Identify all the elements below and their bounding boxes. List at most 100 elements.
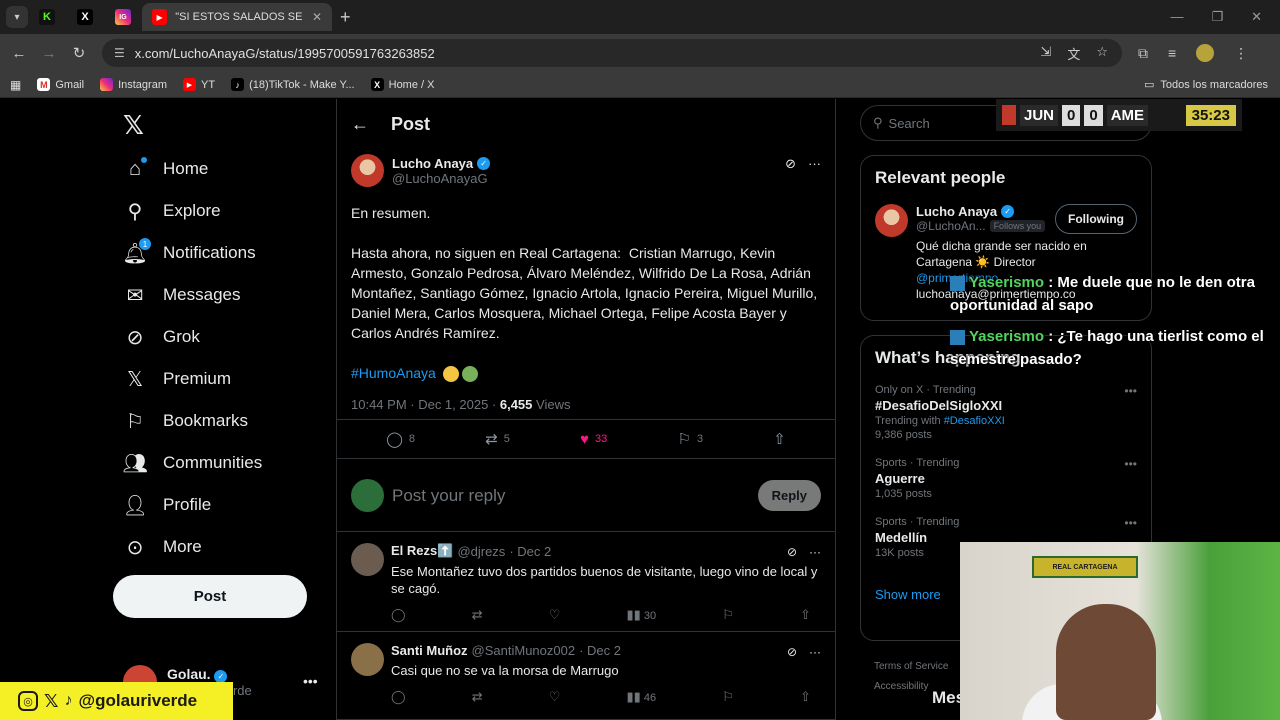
site-info-icon[interactable]: ☰ [114, 46, 125, 60]
forward-icon[interactable]: → [34, 45, 64, 62]
bookmark-gmail[interactable]: M Gmail [37, 78, 84, 91]
close-tab-icon[interactable]: ✕ [312, 10, 322, 24]
bookmark-star-icon[interactable]: ☆ [1096, 44, 1108, 63]
chat-message: Yaserismo : ¿Te hago una tierlist como e… [950, 328, 1264, 368]
chat-badge-icon [950, 329, 965, 345]
tab-x[interactable]: X [66, 3, 104, 31]
bookmark-icon[interactable]: ⚐ [722, 607, 734, 623]
tweet-author[interactable]: Lucho Anaya ✓ @LuchoAnayaG [351, 154, 823, 187]
grok-icon[interactable]: ⊘ [787, 545, 797, 559]
nav-notifications[interactable]: 🔔︎ 1 Notifications [122, 238, 256, 265]
bookmark-instagram[interactable]: Instagram [100, 78, 167, 91]
hashtag-link[interactable]: #HumoAnaya [351, 365, 436, 381]
bell-icon: 🔔︎ 1 [122, 238, 151, 265]
post-button[interactable]: Post [113, 575, 307, 618]
address-bar[interactable]: ☰ x.com/LuchoAnayaG/status/1995700591763… [102, 39, 1122, 67]
nav-explore[interactable]: ⚲ Explore [123, 199, 221, 223]
extensions-icon[interactable]: ⧉ [1138, 45, 1148, 62]
trend-more-icon[interactable]: ••• [1124, 384, 1137, 398]
grok-icon[interactable]: ⊘ [785, 156, 796, 172]
bookmark-button[interactable]: ⚐ 3 [677, 430, 703, 448]
grok-icon[interactable]: ⊘ [787, 645, 797, 659]
reply-submit-button[interactable]: Reply [757, 480, 821, 511]
maximize-icon[interactable]: ❐ [1211, 9, 1223, 25]
nav-grok[interactable]: ⊘ Grok [123, 325, 200, 349]
avatar[interactable] [351, 643, 384, 676]
minimize-icon[interactable]: — [1170, 9, 1183, 25]
bookmark-tiktok[interactable]: ♪ (18)TikTok - Make Y... [231, 78, 355, 91]
trend-more-icon[interactable]: ••• [1124, 516, 1137, 530]
translate-icon[interactable]: 文 [1067, 44, 1080, 63]
install-app-icon[interactable]: ⇲ [1040, 44, 1051, 63]
person-name[interactable]: Lucho Anaya ✓ [916, 204, 1045, 219]
x-logo-icon[interactable]: 𝕏 [123, 110, 144, 141]
nav-home[interactable]: ⌂ Home [123, 157, 208, 181]
bookmark-x[interactable]: X Home / X [370, 78, 434, 91]
avatar[interactable] [351, 154, 384, 187]
more-options-icon[interactable]: ··· [809, 645, 821, 659]
reply-icon[interactable]: ◯ [391, 689, 406, 705]
terms-link[interactable]: Terms of Service [874, 657, 948, 677]
views-button[interactable]: ▮▮ 30 [627, 607, 657, 623]
repost-icon[interactable]: ⇄ [472, 607, 483, 623]
follows-you-badge: Follows you [989, 220, 1046, 232]
bookmark-icon[interactable]: ⚐ [722, 689, 734, 705]
tweet-action-bar: ◯ 8 ⇄ 5 ♥ 33 ⚐ 3 ⇧ [337, 419, 835, 459]
new-tab-button[interactable]: + [340, 7, 351, 28]
menu-icon[interactable]: ⋮ [1234, 45, 1248, 62]
trend-more-icon[interactable]: ••• [1124, 457, 1137, 471]
heart-icon[interactable]: ♡ [549, 607, 561, 623]
share-icon[interactable]: ⇧ [800, 607, 811, 623]
reading-list-icon[interactable]: ≡ [1168, 45, 1176, 61]
reply-item[interactable]: ⊘ ··· El Rezs⬆️ @djrezs · Dec 2 Ese Montañe… [337, 533, 835, 632]
repost-button[interactable]: ⇄ 5 [485, 430, 510, 448]
home-icon: ⌂ [123, 157, 147, 181]
reply-button[interactable]: ◯ 8 [386, 430, 415, 448]
close-window-icon[interactable]: ✕ [1251, 9, 1262, 25]
share-icon[interactable]: ⇧ [800, 689, 811, 705]
like-button[interactable]: ♥ 33 [580, 431, 607, 448]
nav-communities[interactable]: 👥︎ Communities [122, 451, 262, 475]
reply-composer: Post your reply Reply [337, 460, 835, 532]
nav-premium[interactable]: 𝕏 Premium [123, 367, 231, 391]
more-options-icon[interactable]: ··· [809, 545, 821, 559]
reply-header: El Rezs⬆️ @djrezs · Dec 2 [391, 543, 552, 559]
tiktok-icon: ♪ [64, 692, 73, 709]
nav-profile[interactable]: 👤︎ Profile [122, 493, 211, 517]
views-button[interactable]: ▮▮ 46 [627, 689, 657, 705]
tab-instagram[interactable]: IG [104, 3, 142, 31]
bookmark-youtube[interactable]: ▶ YT [183, 78, 215, 91]
author-handle[interactable]: @LuchoAnayaG [392, 171, 490, 186]
repost-icon[interactable]: ⇄ [472, 689, 483, 705]
more-options-icon[interactable]: ··· [808, 156, 821, 172]
tab-youtube-active[interactable]: ▶ "SI ESTOS SALADOS SE VAN, ES ✕ [142, 3, 332, 31]
share-icon: ⇧ [773, 431, 786, 448]
trend-item[interactable]: Only on X · Trending #DesafioDelSigloXXI… [875, 384, 1137, 441]
tab-kick[interactable]: K [28, 3, 66, 31]
back-icon[interactable]: ← [4, 45, 34, 62]
avatar[interactable] [875, 204, 908, 237]
nav-bookmarks[interactable]: ⚐ Bookmarks [123, 409, 248, 433]
social-handle-overlay: ◎ 𝕏 ♪ @golauriverde [0, 682, 233, 720]
author-name[interactable]: Lucho Anaya ✓ [392, 156, 491, 171]
back-arrow-icon[interactable]: ← [351, 114, 369, 135]
heart-icon[interactable]: ♡ [549, 689, 561, 705]
following-button[interactable]: Following [1055, 204, 1137, 234]
url-text[interactable]: x.com/LuchoAnayaG/status/199570059176326… [135, 46, 435, 61]
apps-icon[interactable]: ▦ [10, 78, 21, 92]
reload-icon[interactable]: ↻ [64, 44, 94, 62]
person-handle[interactable]: @LuchoAn... Follows you [916, 219, 1046, 233]
reply-item[interactable]: ⊘ ··· Santi Muñoz @SantiMunoz002 · Dec 2 Ca… [337, 633, 835, 720]
reply-icon[interactable]: ◯ [391, 607, 406, 623]
yellow-heart-icon [442, 366, 459, 383]
avatar[interactable] [351, 543, 384, 576]
nav-messages[interactable]: ✉ Messages [123, 283, 241, 307]
nav-more[interactable]: ⊙ More [123, 535, 202, 559]
all-bookmarks[interactable]: ▭ Todos los marcadores [1144, 78, 1268, 92]
profile-avatar-icon[interactable] [1196, 44, 1215, 62]
account-more-icon[interactable]: ••• [303, 673, 318, 689]
reply-input[interactable]: Post your reply [392, 486, 505, 506]
trend-item[interactable]: Sports · Trending Aguerre 1,035 posts ••… [875, 457, 1137, 500]
tab-search-button[interactable]: ▾ [6, 6, 28, 28]
share-button[interactable]: ⇧ [773, 430, 786, 448]
